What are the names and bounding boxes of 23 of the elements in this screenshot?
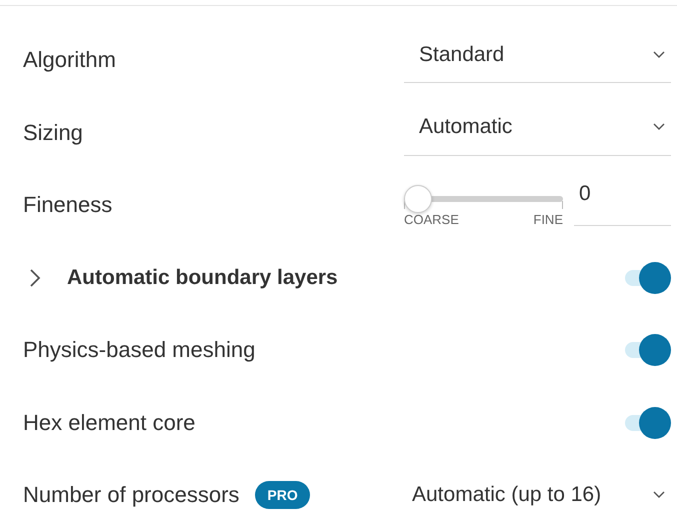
setting-label: Algorithm — [23, 47, 116, 74]
setting-label: Number of processors — [23, 482, 240, 508]
dropdown[interactable]: Standard — [404, 27, 671, 84]
min-label: COARSE — [404, 212, 459, 227]
dropdown[interactable]: Automatic (up to 16) — [404, 467, 671, 524]
setting-label: Fineness — [23, 192, 112, 218]
toggle-switch[interactable] — [623, 262, 671, 294]
setting-label: Automatic boundary layers — [67, 266, 338, 290]
dropdown[interactable]: Automatic — [404, 100, 671, 156]
slider-track[interactable] — [404, 184, 563, 213]
chevron-down-icon — [653, 491, 665, 500]
setting-label: Physics-based meshing — [23, 337, 256, 364]
toggle-switch[interactable] — [623, 334, 671, 366]
toggle-switch[interactable] — [623, 406, 671, 439]
chevron-down-icon — [653, 123, 665, 132]
setting-label: Hex element core — [23, 410, 196, 436]
slider-thumb[interactable] — [404, 184, 432, 213]
max-label: FINE — [533, 212, 563, 227]
chevron-down-icon — [653, 50, 665, 59]
value-field[interactable]: 0 — [574, 182, 671, 226]
chevron-icon[interactable] — [29, 268, 41, 288]
setting-label: Sizing — [23, 120, 83, 146]
pro-badge: PRO — [255, 481, 310, 510]
